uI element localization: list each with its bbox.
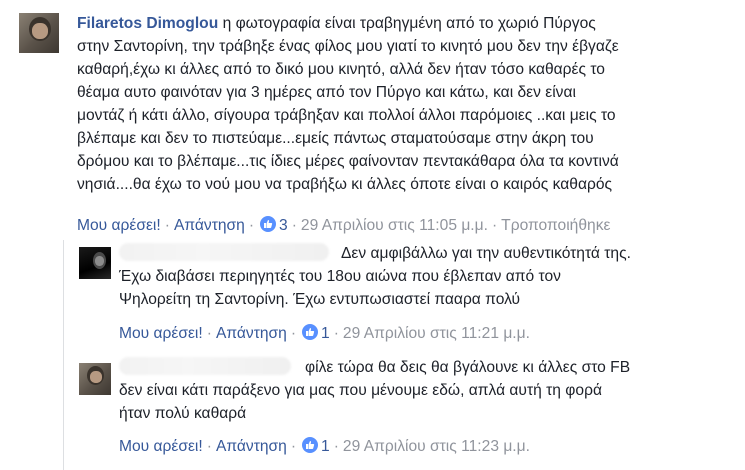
- separator-dot: ·: [291, 217, 297, 234]
- like-count[interactable]: 1: [321, 325, 330, 342]
- separator-dot: ·: [290, 325, 297, 342]
- separator-dot: ·: [206, 438, 212, 455]
- comment-text-line: βλέπαμε και δεν το πιστεύαμε...εμείς πάν…: [77, 130, 594, 147]
- comment-text-line: δεν είναι κάτι παράξενο για μας που μένο…: [119, 382, 602, 399]
- comment-text-line: φίλε τώρα θα δεις θα βγάλουνε κι άλλες σ…: [305, 359, 631, 376]
- thumbs-up-icon[interactable]: [302, 324, 319, 340]
- separator-dot: ·: [333, 325, 339, 342]
- separator-dot: ·: [206, 325, 212, 342]
- like-link[interactable]: Μου αρέσει!: [119, 325, 203, 342]
- avatar-face: [90, 371, 102, 383]
- avatar[interactable]: [19, 13, 59, 53]
- comment-body: Δεν αμφιβάλλω γαι την αυθεντικότητά της.…: [119, 242, 631, 311]
- like-count[interactable]: 1: [321, 438, 330, 455]
- timestamp[interactable]: 29 Απριλίου στις 11:05 μ.μ.: [301, 217, 488, 234]
- author-name[interactable]: Filaretos Dimoglou: [77, 15, 218, 32]
- separator-dot: ·: [333, 438, 339, 455]
- comment-text-line: ήταν πολύ καθαρά: [119, 405, 247, 422]
- avatar[interactable]: [79, 247, 111, 279]
- separator-dot: ·: [491, 217, 498, 234]
- reply-link[interactable]: Απάντηση: [174, 217, 245, 234]
- like-link[interactable]: Μου αρέσει!: [119, 438, 203, 455]
- comment-text-line: η φωτογραφία είναι τραβηγμένη από το χωρ…: [218, 15, 596, 32]
- timestamp[interactable]: 29 Απριλίου στις 11:21 μ.μ.: [343, 325, 530, 342]
- comment-body: φίλε τώρα θα δεις θα βγάλουνε κι άλλες σ…: [119, 356, 630, 425]
- comment-body: Filaretos Dimoglou η φωτογραφία είναι τρ…: [77, 12, 619, 196]
- reply-link[interactable]: Απάντηση: [216, 438, 287, 455]
- comment-text-line: στην Σαντορίνη, την τράβηξε ένας φίλος μ…: [77, 38, 619, 55]
- separator-dot: ·: [290, 438, 297, 455]
- avatar-face: [32, 23, 48, 39]
- reply-thread-divider: [63, 240, 64, 470]
- like-count[interactable]: 3: [279, 217, 288, 234]
- comment-text-line: Δεν αμφιβάλλω γαι την αυθεντικότητά της.: [341, 245, 631, 262]
- comment-text-line: νησιά....θα έχω το νού μου να τραβήξω κι…: [77, 176, 613, 193]
- avatar-face: [95, 256, 104, 266]
- comment-text-line: μοντάζ ή κάτι άλλο, σίγουρα τράβηξαν και…: [77, 107, 616, 124]
- thumbs-up-icon[interactable]: [260, 216, 277, 232]
- comment-actions: Μου αρέσει! · Απάντηση · 3 · 29 Απριλίου στις …: [77, 216, 610, 236]
- edited-label[interactable]: Τροποποιήθηκε: [501, 217, 610, 234]
- redacted-author-name: [119, 357, 291, 375]
- separator-dot: ·: [248, 217, 255, 234]
- comment-actions: Μου αρέσει! · Απάντηση · 1 · 29 Απριλίου στις …: [119, 437, 530, 457]
- thumbs-up-icon[interactable]: [302, 437, 319, 453]
- comment-text-line: Έχω διαβάσει περιηγητές του 18ου αιώνα π…: [119, 268, 561, 285]
- avatar[interactable]: [79, 363, 111, 395]
- separator-dot: ·: [164, 217, 170, 234]
- comment-text-line: δρόμου και το βλέπαμε...τις ίδιες μέρες …: [77, 153, 619, 170]
- reply-link[interactable]: Απάντηση: [216, 325, 287, 342]
- comment-actions: Μου αρέσει! · Απάντηση · 1 · 29 Απριλίου στις …: [119, 324, 530, 344]
- like-link[interactable]: Μου αρέσει!: [77, 217, 161, 234]
- comment-text-line: Ψηλορείτη τη Σαντορίνη. Έχω εντυπωσιαστε…: [119, 291, 521, 308]
- comment-text-line: καθαρή,έχω κι άλλες από το δικό μου κινη…: [77, 61, 605, 78]
- redacted-author-name: [119, 243, 329, 261]
- comment-text-line: θέαμα αυτο φαινόταν για 3 ημέρες από τον…: [77, 84, 576, 101]
- timestamp[interactable]: 29 Απριλίου στις 11:23 μ.μ.: [343, 438, 530, 455]
